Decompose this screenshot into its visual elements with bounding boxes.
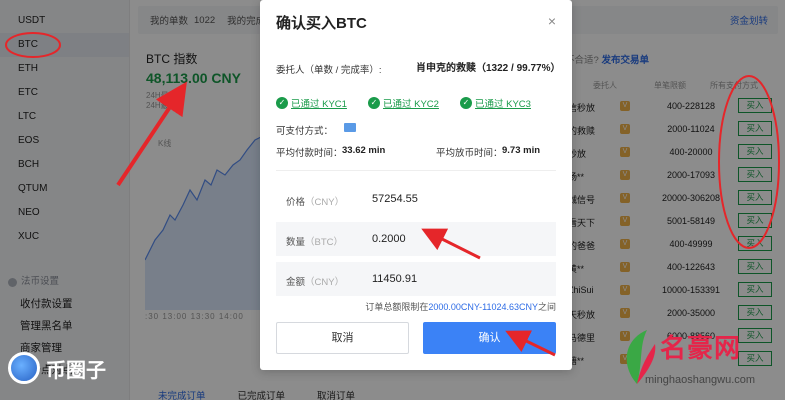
watermark-right: 名豪网 minghaoshangwu.com <box>615 322 785 400</box>
watermark-url: minghaoshangwu.com <box>645 374 756 386</box>
confirm-button[interactable]: 确认 <box>423 322 556 354</box>
modal-title: 确认买入BTC <box>276 15 367 32</box>
watermark-brand: 名豪网 <box>660 333 742 363</box>
amount-input[interactable]: 金额（CNY） 11450.91 <box>276 262 556 296</box>
check-icon: ✓ <box>460 97 472 109</box>
cancel-button[interactable]: 取消 <box>276 322 409 354</box>
kyc2-badge: ✓ 已通过 KYC2 <box>368 96 439 110</box>
quantity-value[interactable]: 0.2000 <box>372 233 406 245</box>
close-icon[interactable]: × <box>548 13 556 29</box>
avg-pay-label: 平均付款时间： <box>276 148 343 159</box>
kyc1-badge: ✓ 已通过 KYC1 <box>276 96 347 110</box>
quantity-label: 数量（BTC） <box>286 237 344 248</box>
watermark-left-text: 币圈子 <box>46 359 106 382</box>
order-limit-note: 订单总额限制在2000.00CNY-11024.63CNY之间 <box>365 302 556 312</box>
kyc3-label: 已通过 KYC3 <box>475 99 531 110</box>
trustee-label: 委托人（单数 / 完成率）: <box>276 65 382 76</box>
kyc2-label: 已通过 KYC2 <box>383 99 439 110</box>
confirm-buy-modal: 确认买入BTC × 委托人（单数 / 完成率）: 肖申克的救赎（1322 / 9… <box>260 0 572 370</box>
price-value: 57254.55 <box>372 193 418 205</box>
check-icon: ✓ <box>368 97 380 109</box>
payment-methods-label: 可支付方式： <box>276 126 334 137</box>
bank-card-icon <box>344 123 356 132</box>
avg-release-label: 平均放币时间： <box>436 148 503 159</box>
trustee-value: 肖申克的救赎（1322 / 99.77%） <box>416 63 561 74</box>
watermark-left: 币圈子 <box>8 352 106 384</box>
coin-logo-icon <box>8 352 40 384</box>
avg-pay-value: 33.62 min <box>342 145 386 156</box>
price-row: 价格（CNY） 57254.55 <box>276 182 556 216</box>
price-label: 价格（CNY） <box>286 197 345 208</box>
avg-release-value: 9.73 min <box>502 145 541 156</box>
divider <box>276 170 556 171</box>
amount-value[interactable]: 11450.91 <box>372 273 417 285</box>
quantity-input[interactable]: 数量（BTC） 0.2000 <box>276 222 556 256</box>
check-icon: ✓ <box>276 97 288 109</box>
kyc3-badge: ✓ 已通过 KYC3 <box>460 96 531 110</box>
kyc1-label: 已通过 KYC1 <box>291 99 347 110</box>
amount-label: 金额（CNY） <box>286 277 345 288</box>
